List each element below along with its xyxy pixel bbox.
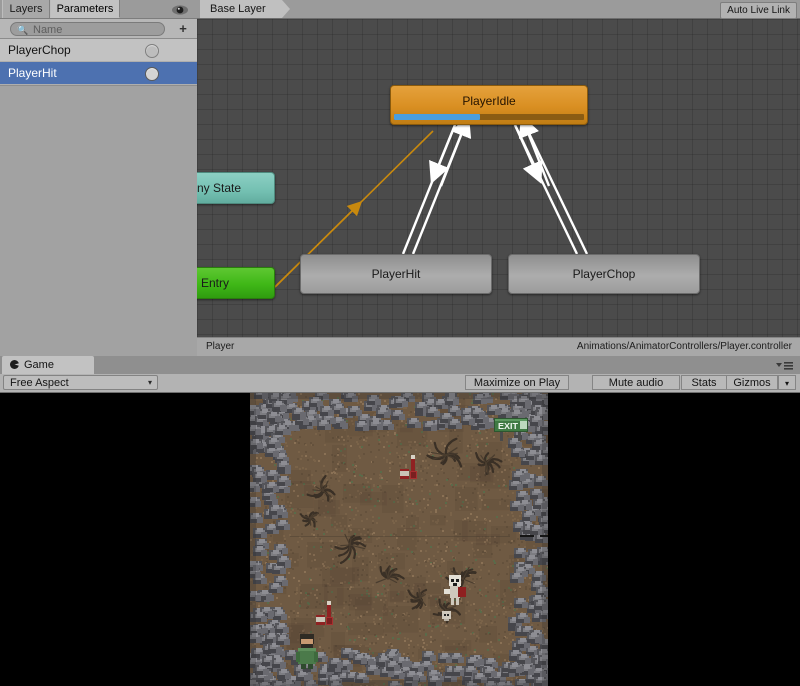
game-tabstrip: Game: [0, 356, 800, 374]
parameter-panel-empty-area: [0, 85, 197, 357]
status-asset-path: Animations/AnimatorControllers/Player.co…: [576, 341, 792, 352]
gizmos-button[interactable]: Gizmos: [726, 375, 778, 390]
parameter-row-playerchop[interactable]: PlayerChop: [0, 39, 197, 62]
state-node-playerhit[interactable]: PlayerHit: [300, 254, 492, 294]
stats-button[interactable]: Stats: [681, 375, 727, 390]
parameter-name: PlayerHit: [8, 66, 57, 80]
animator-graph-header: Base Layer Auto Live Link: [197, 0, 800, 19]
state-node-entry[interactable]: Entry: [197, 267, 275, 299]
game-window: Game Free Aspect ▾ Maximize on Play Mute…: [0, 356, 800, 686]
game-scene[interactable]: [250, 393, 548, 686]
breadcrumb[interactable]: Base Layer: [200, 0, 290, 18]
parameter-row-playerhit[interactable]: PlayerHit: [0, 62, 197, 85]
game-toolbar: Free Aspect ▾ Maximize on Play Mute audi…: [0, 374, 800, 393]
add-parameter-button[interactable]: +: [176, 22, 190, 36]
search-placeholder: Name: [33, 24, 63, 36]
state-node-label: Entry: [200, 276, 229, 290]
parameter-list: PlayerChop PlayerHit: [0, 39, 197, 85]
unity-editor-window: Layers Parameters 🔍 Name + PlayerChop Pl…: [0, 0, 800, 686]
parameter-name: PlayerChop: [8, 43, 71, 57]
state-progress-bar: [394, 114, 584, 120]
animator-status-bar: Player Animations/AnimatorControllers/Pl…: [197, 337, 800, 357]
game-pacman-icon: [10, 360, 19, 369]
search-icon: 🔍: [17, 25, 29, 35]
chevron-down-icon: ▾: [147, 378, 152, 387]
status-selected-object: Player: [206, 341, 235, 352]
state-node-label: Any State: [197, 181, 242, 195]
aspect-ratio-label: Free Aspect: [10, 377, 69, 389]
transition-lines: [274, 114, 589, 288]
animator-window: Layers Parameters 🔍 Name + PlayerChop Pl…: [0, 0, 800, 357]
state-node-label: PlayerHit: [371, 267, 421, 281]
game-scene-render: [250, 393, 548, 686]
aspect-ratio-dropdown[interactable]: Free Aspect ▾: [3, 375, 158, 390]
panel-tabstrip: Layers Parameters: [0, 0, 197, 19]
auto-live-link-button[interactable]: Auto Live Link: [720, 2, 797, 19]
state-node-playerchop[interactable]: PlayerChop: [508, 254, 700, 294]
animator-parameters-panel: Layers Parameters 🔍 Name + PlayerChop Pl…: [0, 0, 198, 357]
eye-icon[interactable]: [171, 3, 189, 15]
tab-game[interactable]: Game: [2, 356, 94, 374]
gizmos-dropdown-button[interactable]: ▾: [778, 375, 796, 390]
parameter-search-row: 🔍 Name +: [0, 19, 197, 39]
tab-parameters[interactable]: Parameters: [50, 0, 120, 18]
state-node-label: PlayerChop: [572, 267, 636, 281]
state-node-label: PlayerIdle: [462, 94, 516, 108]
panel-menu-icon[interactable]: [774, 358, 794, 370]
trigger-toggle[interactable]: [145, 67, 159, 81]
maximize-on-play-button[interactable]: Maximize on Play: [465, 375, 569, 390]
state-node-any-state[interactable]: Any State: [197, 172, 275, 204]
tab-layers[interactable]: Layers: [2, 0, 50, 18]
mute-audio-button[interactable]: Mute audio: [592, 375, 680, 390]
game-view-viewport[interactable]: [0, 393, 800, 686]
state-node-playeridle[interactable]: PlayerIdle: [390, 85, 588, 125]
tab-game-label: Game: [24, 359, 54, 371]
animator-graph-canvas[interactable]: Any State Entry PlayerIdle PlayerHit Pla…: [197, 19, 800, 337]
trigger-toggle[interactable]: [145, 44, 159, 58]
search-input[interactable]: 🔍 Name: [10, 22, 165, 36]
